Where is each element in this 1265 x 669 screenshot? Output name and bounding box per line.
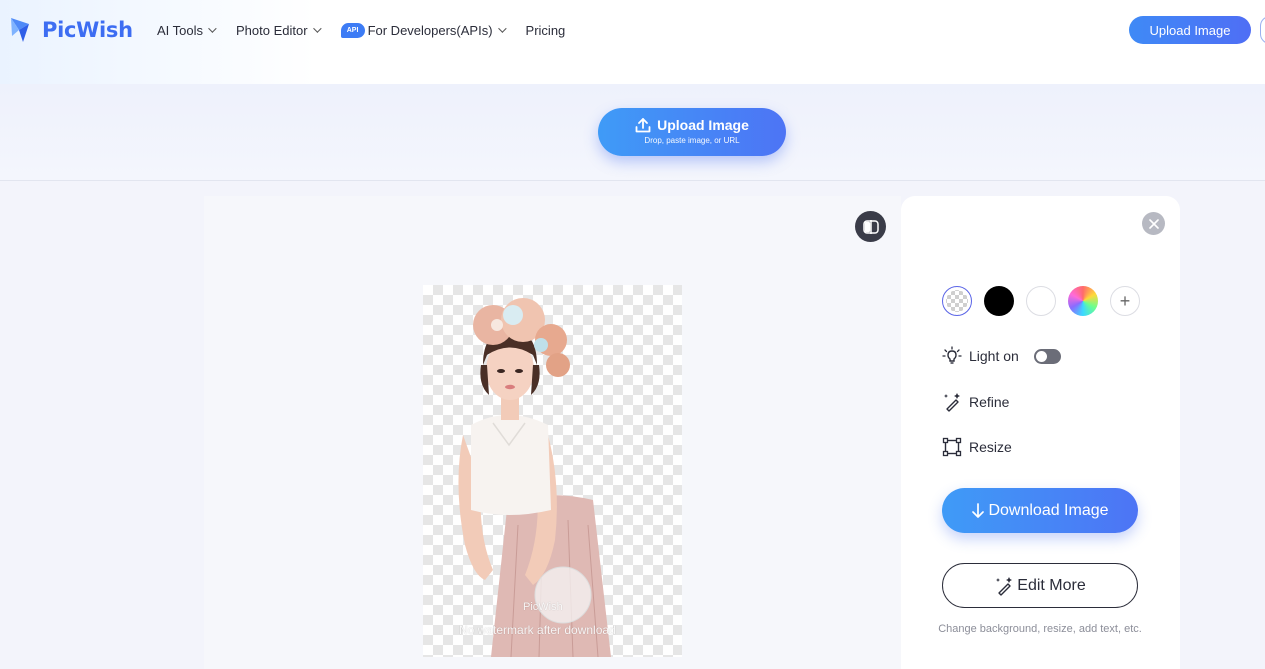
top-navigation-bar: PicWish AI Tools Photo Editor API For De… [0,0,1265,84]
upload-band: Upload Image Drop, paste image, or URL [0,84,1265,181]
light-on-label: Light on [969,348,1019,364]
logo-text: PicWish [42,18,133,42]
upload-image-button[interactable]: Upload Image Drop, paste image, or URL [598,108,786,156]
header-upload-button[interactable]: Upload Image [1129,16,1251,44]
close-button[interactable] [1142,212,1165,235]
nav-pricing[interactable]: Pricing [526,23,566,38]
download-arrow-icon [972,502,985,518]
refine-button[interactable]: Refine [942,392,1009,412]
download-image-button[interactable]: Download Image [942,488,1138,533]
nav-photo-editor[interactable]: Photo Editor [236,22,322,38]
plus-icon: + [1119,290,1131,311]
nav-developers[interactable]: API For Developers(APIs) [340,22,507,38]
light-on-toggle[interactable] [1033,348,1061,364]
light-bulb-icon [942,346,962,364]
swatch-transparent[interactable] [942,286,972,316]
close-icon [1148,218,1159,229]
nav-ai-tools-label: AI Tools [157,22,204,38]
preview-workspace: PicWish No watermark after download [204,196,901,669]
edit-more-button[interactable]: Edit More [942,563,1138,608]
refine-label: Refine [969,394,1010,410]
watermark-brand: PicWish [523,601,563,613]
magic-wand-icon [944,393,960,412]
nav-pricing-label: Pricing [525,22,566,38]
nav-ai-tools[interactable]: AI Tools [157,22,217,38]
light-on-row: Light on [942,346,1061,366]
upload-icon [635,117,651,132]
resize-button[interactable]: Resize [942,437,1012,457]
compare-button[interactable] [855,211,886,242]
upload-image-sublabel: Drop, paste image, or URL [644,136,740,145]
api-badge-icon: API [340,22,365,38]
swatch-black[interactable] [984,286,1014,316]
chevron-down-icon [312,24,322,33]
main-nav: AI Tools Photo Editor API For Developers… [157,20,587,40]
header-secondary-button[interactable] [1260,16,1265,44]
download-image-label: Download Image [988,501,1109,519]
chevron-down-icon [497,24,507,33]
logo[interactable]: PicWish [9,13,133,47]
resize-label: Resize [969,439,1012,455]
magic-wand-icon [996,576,1013,596]
edit-more-description: Change background, resize, add text, etc… [938,623,1142,635]
chevron-down-icon [208,24,217,33]
picwish-logo-icon [9,14,35,46]
swatch-white[interactable] [1026,286,1056,316]
edit-panel: + Light on Refine Resize Download Image … [901,196,1180,669]
result-image-preview: PicWish No watermark after download [423,285,682,657]
background-swatches: + [942,286,1152,316]
upload-image-label: Upload Image [657,117,749,133]
resize-icon [942,437,962,457]
add-background-button[interactable]: + [1110,286,1140,316]
nav-developers-label: For Developers(APIs) [367,22,493,38]
edit-more-label: Edit More [1017,576,1086,594]
compare-icon [862,219,879,234]
nav-photo-editor-label: Photo Editor [236,22,308,38]
swatch-color-picker[interactable] [1068,286,1098,316]
watermark-note: No watermark after download [459,623,616,637]
